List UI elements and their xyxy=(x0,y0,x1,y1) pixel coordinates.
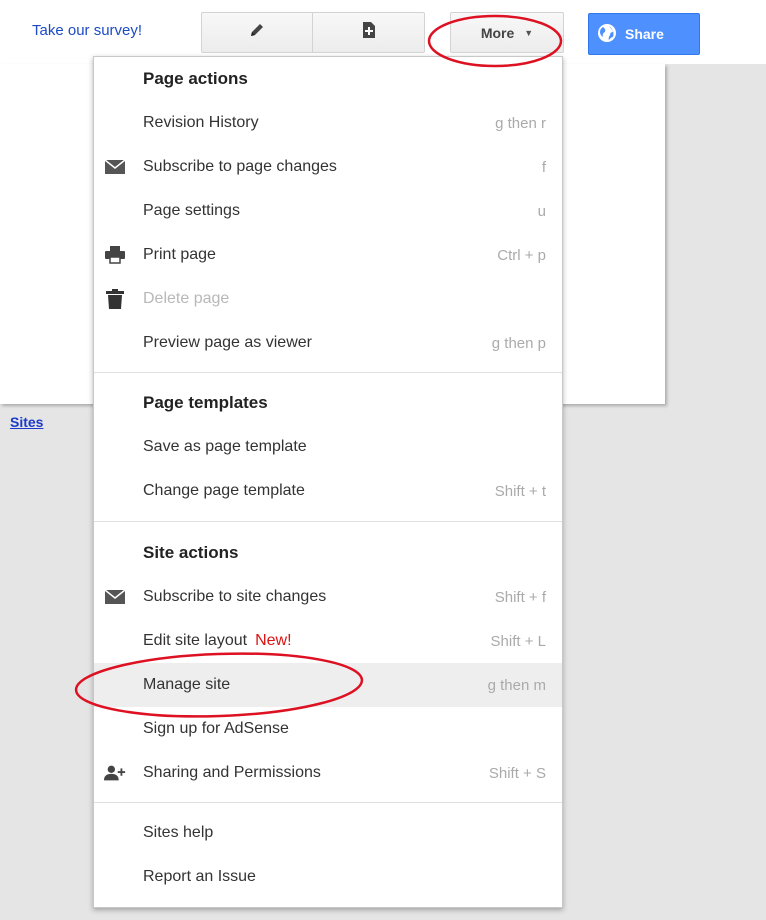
shortcut-hint: g then r xyxy=(495,114,546,132)
menu-item-print-page[interactable]: Print page Ctrl + p xyxy=(94,233,562,277)
survey-link[interactable]: Take our survey! xyxy=(32,22,142,39)
new-badge: New! xyxy=(255,632,292,649)
add-person-icon xyxy=(104,763,126,783)
annotation-circle-more xyxy=(427,14,563,68)
menu-item-subscribe-site[interactable]: Subscribe to site changes Shift + f xyxy=(94,575,562,619)
trash-icon xyxy=(104,289,126,309)
printer-icon xyxy=(104,245,126,265)
menu-item-subscribe-page[interactable]: Subscribe to page changes f xyxy=(94,145,562,189)
menu-item-save-template[interactable]: Save as page template xyxy=(94,425,562,469)
new-page-button[interactable] xyxy=(312,12,425,53)
shortcut-hint: Shift + f xyxy=(494,588,546,606)
page-templates-header: Page templates xyxy=(143,393,268,412)
more-actions-menu: Page actions Revision History g then r S… xyxy=(93,56,563,908)
sites-link[interactable]: Sites xyxy=(10,414,43,430)
shortcut-hint: Shift + S xyxy=(488,764,546,782)
envelope-icon xyxy=(104,587,126,607)
shortcut-hint: Shift + L xyxy=(490,632,546,650)
menu-divider xyxy=(94,372,562,373)
edit-layout-label: Edit site layout xyxy=(143,632,248,649)
annotation-circle-manage-site xyxy=(74,652,364,718)
site-actions-header: Site actions xyxy=(143,543,239,562)
menu-divider xyxy=(94,521,562,522)
shortcut-hint: f xyxy=(541,158,546,176)
shortcut-hint: u xyxy=(537,202,546,220)
new-page-icon xyxy=(361,21,377,44)
share-label: Share xyxy=(625,26,664,42)
share-button[interactable]: Share xyxy=(588,13,700,55)
shortcut-hint: g then p xyxy=(491,334,546,352)
envelope-icon xyxy=(104,157,126,177)
menu-item-preview-page[interactable]: Preview page as viewer g then p xyxy=(94,321,562,365)
menu-item-sharing-permissions[interactable]: Sharing and Permissions Shift + S xyxy=(94,751,562,795)
menu-item-change-template[interactable]: Change page template Shift + t xyxy=(94,469,562,513)
shortcut-hint: g then m xyxy=(487,676,546,694)
globe-icon xyxy=(597,23,617,46)
menu-item-report-issue[interactable]: Report an Issue xyxy=(94,855,562,899)
menu-divider xyxy=(94,802,562,803)
menu-item-delete-page: Delete page xyxy=(94,277,562,321)
menu-item-sites-help[interactable]: Sites help xyxy=(94,811,562,855)
menu-item-revision-history[interactable]: Revision History g then r xyxy=(94,101,562,145)
menu-item-page-settings[interactable]: Page settings u xyxy=(94,189,562,233)
shortcut-hint: Ctrl + p xyxy=(497,246,546,264)
edit-page-button[interactable] xyxy=(201,12,313,53)
pencil-icon xyxy=(248,21,266,44)
shortcut-hint: Shift + t xyxy=(494,482,546,500)
